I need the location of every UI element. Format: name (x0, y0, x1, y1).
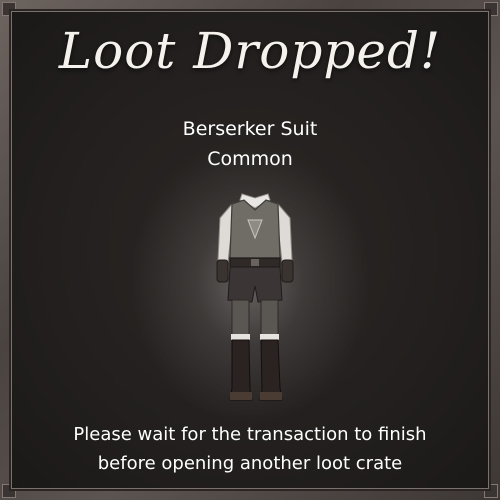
item-rarity: Common (207, 148, 293, 170)
berserker-suit-icon (216, 193, 294, 401)
item-name: Berserker Suit (182, 118, 318, 140)
loot-dialog-frame: Loot Dropped! Berserker Suit Common Plea… (0, 0, 500, 500)
transaction-message-line: before opening another loot crate (97, 453, 403, 474)
transaction-message: Please wait for the transaction to finis… (0, 420, 500, 478)
transaction-message-line: Please wait for the transaction to finis… (73, 424, 427, 445)
dialog-title: Loot Dropped! (58, 22, 442, 80)
